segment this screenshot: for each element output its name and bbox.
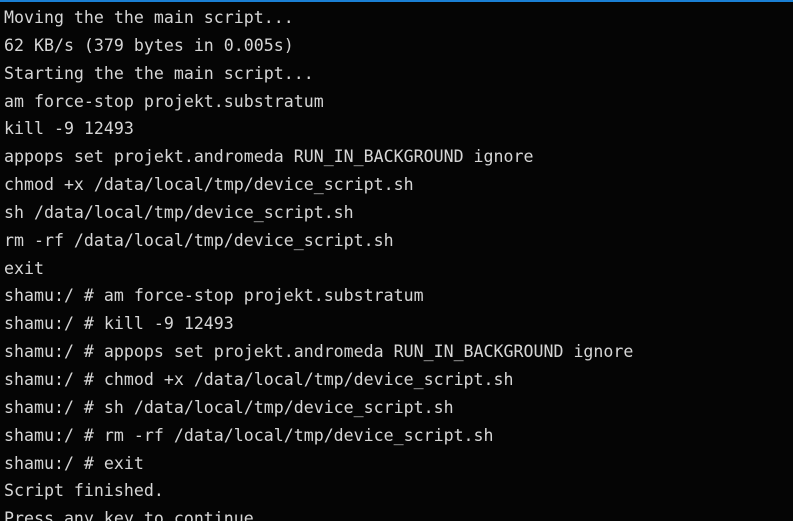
terminal-window[interactable]: Moving the the main script... 62 KB/s (37… [0, 0, 793, 521]
terminal-line: shamu:/ # exit [4, 453, 144, 473]
terminal-line: Press any key to continue . . . [4, 509, 314, 521]
terminal-line: exit [4, 258, 44, 278]
terminal-line: Script finished. [4, 481, 164, 501]
terminal-line: kill -9 12493 [4, 119, 134, 139]
terminal-line: 62 KB/s (379 bytes in 0.005s) [4, 35, 294, 55]
terminal-line: Moving the the main script... [4, 8, 294, 27]
terminal-line: shamu:/ # rm -rf /data/local/tmp/device_… [4, 425, 494, 445]
terminal-output-area[interactable]: Moving the the main script... 62 KB/s (37… [0, 2, 793, 521]
terminal-line: shamu:/ # appops set projekt.andromeda R… [4, 342, 634, 362]
terminal-line: chmod +x /data/local/tmp/device_script.s… [4, 175, 414, 195]
terminal-line: shamu:/ # sh /data/local/tmp/device_scri… [4, 397, 454, 417]
terminal-line: shamu:/ # am force-stop projekt.substrat… [4, 286, 424, 306]
terminal-line: rm -rf /data/local/tmp/device_script.sh [4, 230, 394, 250]
terminal-line: shamu:/ # kill -9 12493 [4, 314, 234, 334]
terminal-line: am force-stop projekt.substratum [4, 91, 324, 111]
terminal-line: appops set projekt.andromeda RUN_IN_BACK… [4, 147, 534, 167]
terminal-line: Starting the the main script... [4, 63, 314, 83]
terminal-line: shamu:/ # chmod +x /data/local/tmp/devic… [4, 369, 514, 389]
terminal-line: sh /data/local/tmp/device_script.sh [4, 202, 354, 222]
